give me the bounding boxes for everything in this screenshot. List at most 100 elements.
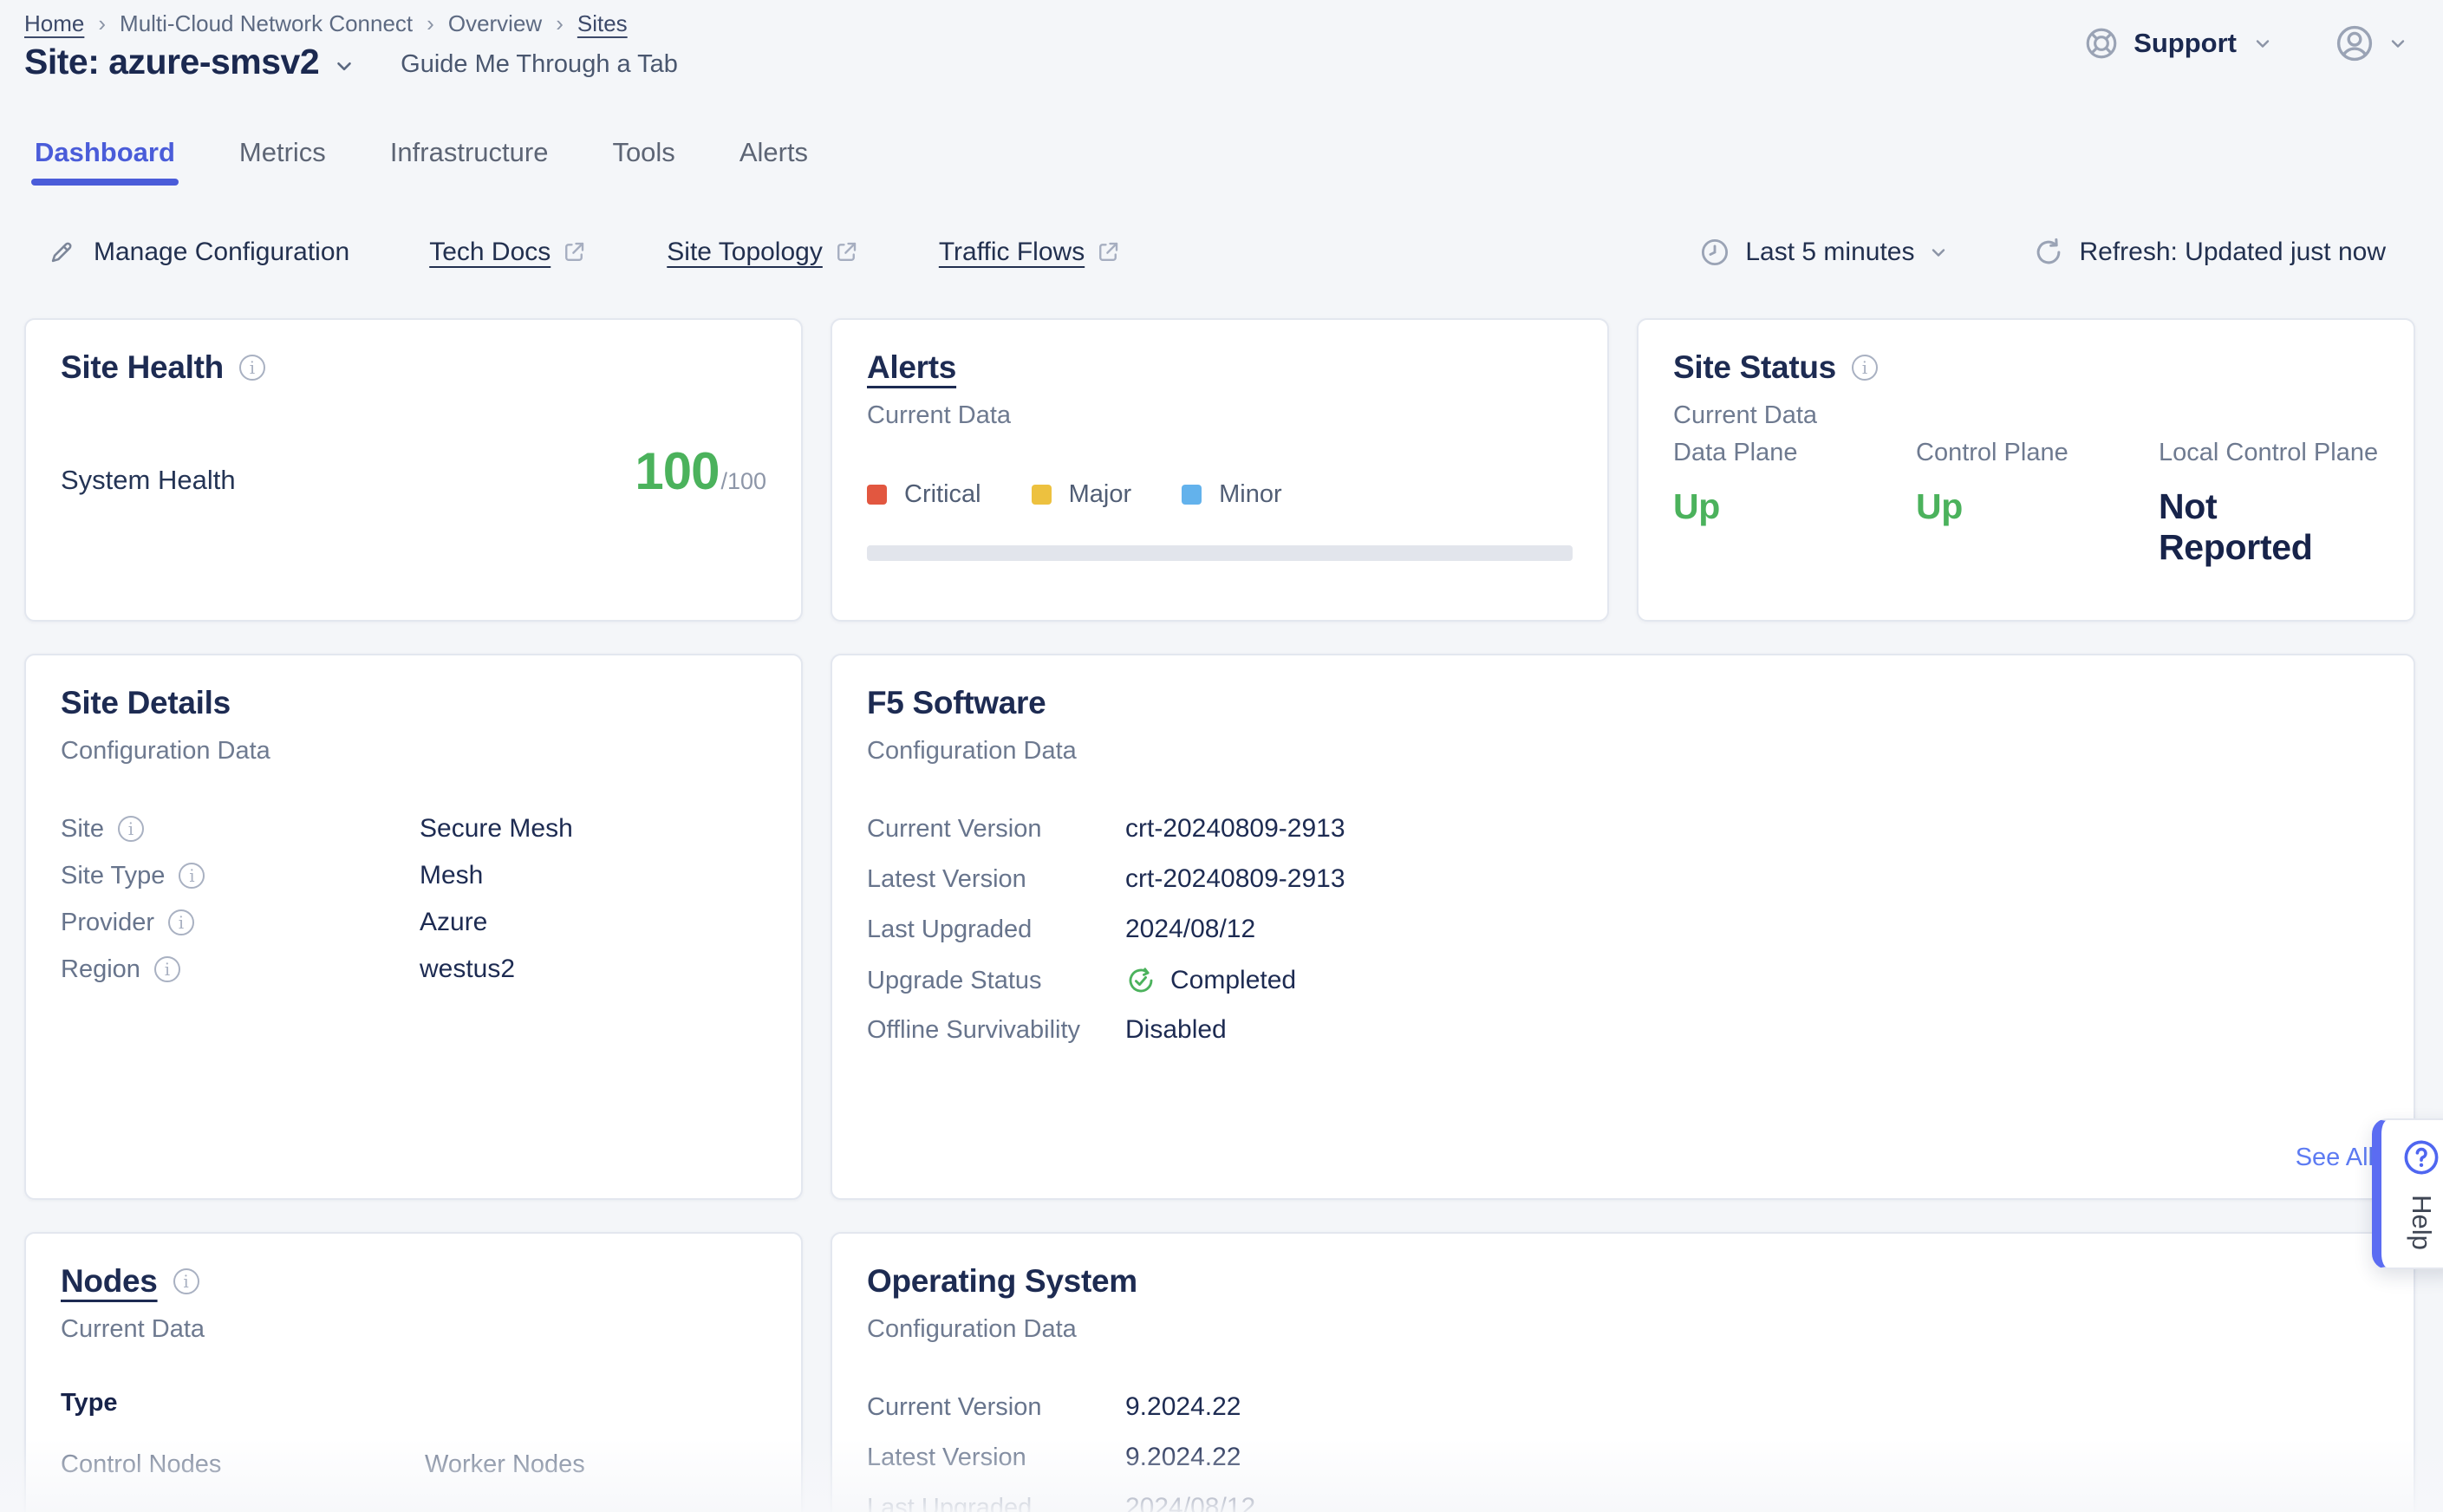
- manage-configuration-label: Manage Configuration: [94, 238, 349, 267]
- tab-dashboard[interactable]: Dashboard: [31, 137, 179, 186]
- page-title: Site: azure-smsv2: [24, 42, 319, 82]
- support-label: Support: [2134, 28, 2237, 59]
- upgrade-status-row: Upgrade Status Completed: [867, 965, 2379, 994]
- offline-survivability-row: Offline Survivability Disabled: [867, 1015, 2379, 1045]
- critical-swatch: [867, 485, 887, 505]
- time-range-chevron-down-icon: [1928, 242, 1949, 263]
- site-status-subtitle: Current Data: [1673, 401, 2379, 430]
- tab-infrastructure[interactable]: Infrastructure: [387, 137, 552, 186]
- os-last-upgraded-label: Last Upgraded: [867, 1494, 1125, 1512]
- alerts-subtitle: Current Data: [867, 401, 1573, 430]
- f5-software-card: F5 Software Configuration Data Current V…: [831, 654, 2415, 1200]
- minor-swatch: [1182, 485, 1202, 505]
- site-type-row: Site Typei Mesh: [61, 861, 766, 889]
- control-plane-value: Up: [1916, 486, 2159, 527]
- site-details-title: Site Details: [61, 685, 231, 721]
- info-icon[interactable]: i: [179, 863, 205, 889]
- f5-software-title: F5 Software: [867, 685, 1046, 721]
- data-plane-label: Data Plane: [1673, 439, 1916, 467]
- os-latest-version-row: Latest Version 9.2024.22: [867, 1443, 2379, 1472]
- region-row: Regioni westus2: [61, 955, 766, 982]
- chevron-right-icon: ›: [427, 10, 434, 37]
- os-current-version-value: 9.2024.22: [1125, 1392, 2379, 1422]
- breadcrumb-overview: Overview: [448, 10, 542, 37]
- help-panel-toggle[interactable]: Help: [2372, 1118, 2443, 1269]
- support-menu[interactable]: Support: [2083, 25, 2273, 62]
- support-chevron-down-icon: [2252, 33, 2273, 54]
- major-label: Major: [1069, 480, 1132, 509]
- worker-nodes-value: 0: [425, 1502, 766, 1512]
- site-topology-label: Site Topology: [667, 238, 823, 267]
- site-label: Site: [61, 815, 104, 844]
- site-selector-chevron-down-icon[interactable]: [333, 55, 355, 77]
- legend-item-minor: Minor: [1182, 480, 1282, 509]
- question-circle-icon: [2401, 1137, 2441, 1177]
- local-control-plane-label: Local Control Plane: [2159, 439, 2379, 467]
- control-nodes-value: 1: [61, 1502, 425, 1512]
- alerts-card: Alerts Current Data Critical Major Minor: [831, 318, 1609, 622]
- upgrade-status-label: Upgrade Status: [867, 967, 1125, 995]
- local-control-plane-value: Not Reported: [2159, 486, 2379, 568]
- see-all-link[interactable]: See All: [2296, 1144, 2374, 1172]
- info-icon[interactable]: i: [239, 355, 265, 381]
- data-plane-value: Up: [1673, 486, 1916, 527]
- tab-alerts[interactable]: Alerts: [736, 137, 811, 186]
- refresh-button[interactable]: Refresh: Updated just now: [2032, 236, 2386, 269]
- site-details-card: Site Details Configuration Data Sitei Se…: [24, 654, 803, 1200]
- time-range-select[interactable]: Last 5 minutes: [1698, 236, 1949, 269]
- upgrade-status-value: Completed: [1170, 966, 1296, 995]
- data-plane-status: Data Plane Up: [1673, 439, 1916, 568]
- site-topology-link[interactable]: Site Topology: [667, 238, 859, 267]
- last-upgraded-value: 2024/08/12: [1125, 915, 2379, 944]
- worker-nodes-label: Worker Nodes: [425, 1450, 766, 1479]
- os-current-version-label: Current Version: [867, 1393, 1125, 1422]
- system-health-score: 100: [635, 441, 719, 501]
- worker-nodes-count: Worker Nodes 0: [425, 1450, 766, 1512]
- info-icon[interactable]: i: [1852, 355, 1878, 381]
- guide-me-link[interactable]: Guide Me Through a Tab: [401, 50, 678, 79]
- info-icon[interactable]: i: [154, 956, 180, 982]
- last-upgraded-label: Last Upgraded: [867, 916, 1125, 944]
- region-value: westus2: [420, 955, 766, 984]
- info-icon[interactable]: i: [118, 816, 144, 842]
- operating-system-subtitle: Configuration Data: [867, 1315, 2379, 1344]
- tech-docs-link[interactable]: Tech Docs: [429, 238, 587, 267]
- tab-metrics[interactable]: Metrics: [236, 137, 329, 186]
- check-refresh-icon: [1125, 965, 1156, 996]
- latest-version-label: Latest Version: [867, 865, 1125, 894]
- account-chevron-down-icon: [2388, 33, 2408, 54]
- nodes-title-link[interactable]: Nodes: [61, 1263, 158, 1300]
- system-health-score-max: /100: [720, 468, 766, 495]
- major-swatch: [1032, 485, 1052, 505]
- site-value: Secure Mesh: [420, 814, 766, 844]
- page-title-row: Site: azure-smsv2 Guide Me Through a Tab: [24, 42, 678, 82]
- info-icon[interactable]: i: [173, 1268, 199, 1294]
- legend-item-critical: Critical: [867, 480, 981, 509]
- provider-row: Provideri Azure: [61, 908, 766, 935]
- legend-item-major: Major: [1032, 480, 1132, 509]
- breadcrumb-sites[interactable]: Sites: [577, 10, 628, 37]
- site-type-label: Site Type: [61, 862, 165, 890]
- chevron-right-icon: ›: [556, 10, 564, 37]
- info-icon[interactable]: i: [168, 909, 194, 935]
- latest-version-value: crt-20240809-2913: [1125, 864, 2379, 894]
- breadcrumb-home[interactable]: Home: [24, 10, 84, 37]
- header-actions: Support: [2083, 23, 2408, 64]
- control-nodes-count: Control Nodes 1: [61, 1450, 425, 1512]
- provider-label: Provider: [61, 909, 154, 937]
- account-menu[interactable]: [2334, 23, 2408, 64]
- control-plane-label: Control Plane: [1916, 439, 2159, 467]
- local-control-plane-status: Local Control Plane Not Reported: [2159, 439, 2379, 568]
- site-row: Sitei Secure Mesh: [61, 814, 766, 842]
- tab-tools[interactable]: Tools: [609, 137, 678, 186]
- alerts-title-link[interactable]: Alerts: [867, 349, 956, 386]
- traffic-flows-link[interactable]: Traffic Flows: [939, 238, 1121, 267]
- refresh-status-label: Refresh: Updated just now: [2079, 238, 2386, 267]
- site-status-title: Site Status: [1673, 349, 1836, 386]
- manage-configuration-button[interactable]: Manage Configuration: [47, 238, 349, 267]
- traffic-flows-label: Traffic Flows: [939, 238, 1085, 267]
- current-version-value: crt-20240809-2913: [1125, 814, 2379, 844]
- current-version-label: Current Version: [867, 815, 1125, 844]
- breadcrumb: Home › Multi-Cloud Network Connect › Ove…: [24, 10, 628, 37]
- external-link-icon: [561, 239, 587, 265]
